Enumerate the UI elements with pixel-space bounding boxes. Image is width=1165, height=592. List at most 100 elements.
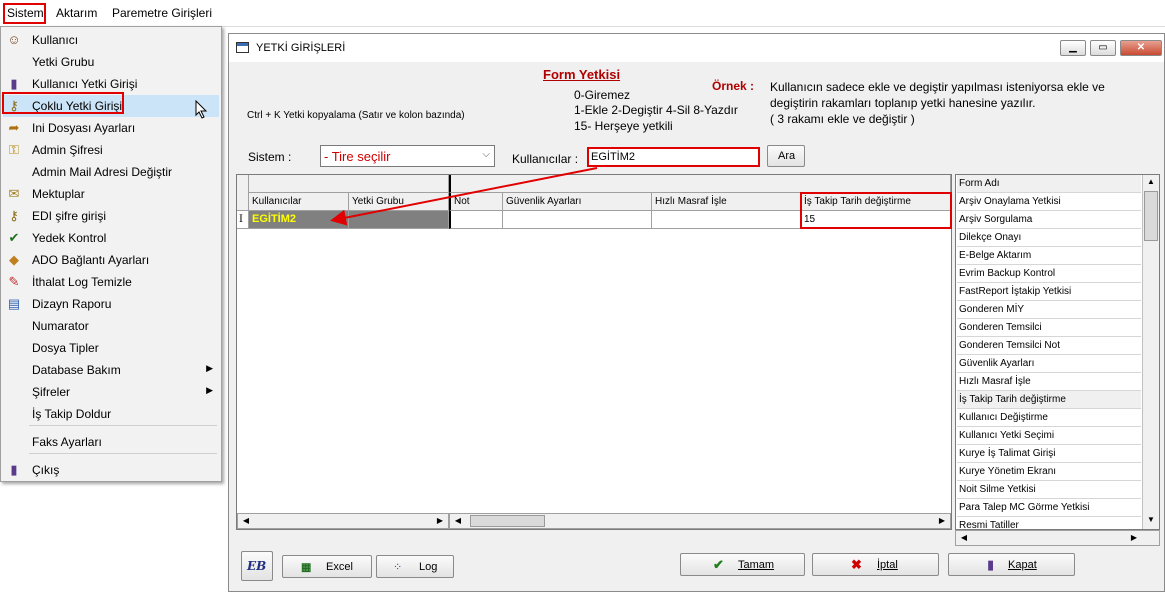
form-list-item[interactable]: Kullanıcı Yetki Seçimi: [957, 427, 1141, 445]
form-list-item[interactable]: Güvenlik Ayarları: [957, 355, 1141, 373]
menu-sistem[interactable]: Sistem: [7, 6, 44, 20]
form-list-header[interactable]: Form Adı: [957, 175, 1141, 193]
menu-aktarim[interactable]: Aktarım: [56, 6, 97, 20]
cancel-x-icon: ✖: [851, 556, 862, 572]
menu-item[interactable]: Database Bakım ▶: [3, 359, 219, 381]
menu-item-label: Dosya Tipler: [32, 341, 99, 355]
form-list-item[interactable]: İş Takip Tarih değiştirme: [957, 391, 1141, 409]
form-list-item[interactable]: Kurye Yönetim Ekranı: [957, 463, 1141, 481]
cell-guvenlik[interactable]: [503, 211, 652, 229]
menu-item[interactable]: ⚷ Çoklu Yetki Girişi: [3, 95, 219, 117]
menu-item[interactable]: ▮ Kullanıcı Yetki Girişi: [3, 73, 219, 95]
cell-is-takip[interactable]: 15: [801, 211, 951, 229]
user-icon: ☺: [7, 32, 21, 47]
menu-item-label: Çoklu Yetki Girişi: [32, 99, 123, 113]
excel-button[interactable]: ▦ Excel: [282, 555, 372, 578]
menu-item[interactable]: Admin Mail Adresi Değiştir: [3, 161, 219, 183]
scroll-up-icon[interactable]: ▲: [1143, 175, 1159, 189]
form-list-item[interactable]: FastReport İştakip Yetkisi: [957, 283, 1141, 301]
grid-right-hscrollbar[interactable]: ◀ ▶: [449, 513, 951, 529]
menu-item[interactable]: ✔ Yedek Kontrol: [3, 227, 219, 249]
minimize-button[interactable]: ▁: [1060, 40, 1086, 56]
scroll-left-icon[interactable]: ◀: [238, 514, 254, 528]
logo-button[interactable]: EB: [241, 551, 273, 581]
form-list-item[interactable]: Evrim Backup Kontrol: [957, 265, 1141, 283]
tamam-button[interactable]: ✔ Tamam: [680, 553, 805, 576]
menu-item[interactable]: Yetki Grubu: [3, 51, 219, 73]
form-list-item[interactable]: Para Talep MC Görme Yetkisi: [957, 499, 1141, 517]
form-list-item[interactable]: Resmi Tatiller: [957, 517, 1141, 529]
cell-hizli-masraf[interactable]: [652, 211, 801, 229]
cell-group[interactable]: [349, 211, 449, 229]
scroll-down-icon[interactable]: ▼: [1143, 513, 1159, 527]
kapat-button[interactable]: ▮ Kapat: [948, 553, 1075, 576]
cell-user[interactable]: EGİTİM2: [249, 211, 349, 229]
col-header-is-takip[interactable]: İş Takip Tarih değiştirme: [801, 193, 951, 211]
window-titlebar: YETKİ GİRİŞLERİ ▁ ▭ ✕: [229, 34, 1164, 62]
submenu-arrow-icon: ▶: [206, 385, 213, 395]
form-list-item[interactable]: Hızlı Masraf İşle: [957, 373, 1141, 391]
window-icon: [236, 42, 249, 53]
menu-item[interactable]: Numarator: [3, 315, 219, 337]
menu-item[interactable]: ▮ Çıkış: [3, 459, 219, 481]
scroll-thumb[interactable]: [470, 515, 545, 527]
form-list-item[interactable]: Arşiv Sorgulama: [957, 211, 1141, 229]
scroll-thumb[interactable]: [1144, 191, 1158, 241]
menu-item[interactable]: İş Takip Doldur: [3, 403, 219, 425]
form-list-item[interactable]: Kurye İş Talimat Girişi: [957, 445, 1141, 463]
scroll-left-icon[interactable]: ◀: [956, 531, 972, 545]
col-header-guvenlik[interactable]: Güvenlik Ayarları: [503, 193, 652, 211]
example-line-3: ( 3 rakamı ekle ve değiştir ): [770, 112, 915, 126]
menu-item-label: Admin Şifresi: [32, 143, 103, 157]
close-window-button[interactable]: ✕: [1120, 40, 1162, 56]
scroll-right-icon[interactable]: ▶: [432, 514, 448, 528]
col-header-hizli-masraf[interactable]: Hızlı Masraf İşle: [652, 193, 801, 211]
col-header-kullanicilar[interactable]: Kullanıcılar: [249, 193, 349, 211]
iptal-button[interactable]: ✖ İptal: [812, 553, 939, 576]
sistem-select[interactable]: - Tire seçilir ⌵: [320, 145, 495, 167]
form-list-item[interactable]: Kullanıcı Değiştirme: [957, 409, 1141, 427]
form-list-item[interactable]: Gonderen Temsilci Not: [957, 337, 1141, 355]
scroll-left-icon[interactable]: ◀: [450, 514, 466, 528]
menu-item[interactable]: Şifreler ▶: [3, 381, 219, 403]
form-list-item[interactable]: Arşiv Onaylama Yetkisi: [957, 193, 1141, 211]
kullanicilar-input[interactable]: EGİTİM2: [587, 147, 760, 167]
menu-item-label: Numarator: [32, 319, 89, 333]
permissions-grid: Kullanıcılar Yetki Grubu Not Güvenlik Ay…: [236, 174, 952, 530]
ara-button[interactable]: Ara: [767, 145, 805, 167]
form-list-hscrollbar[interactable]: ◀ ▶: [955, 530, 1160, 546]
menu-item[interactable]: ✉ Mektuplar: [3, 183, 219, 205]
maximize-button[interactable]: ▭: [1090, 40, 1116, 56]
menu-item[interactable]: ☺ Kullanıcı: [3, 29, 219, 51]
menu-bar: Sistem Aktarım Paremetre Girişleri: [0, 0, 1165, 27]
ara-button-label: Ara: [778, 150, 796, 162]
col-header-not[interactable]: Not: [449, 193, 503, 211]
form-list-item[interactable]: Noit Silme Yetkisi: [957, 481, 1141, 499]
menu-item[interactable]: Faks Ayarları: [3, 431, 219, 453]
form-list-vscrollbar[interactable]: ▲ ▼: [1142, 175, 1159, 529]
form-list-item[interactable]: Gonderen Temsilci: [957, 319, 1141, 337]
menu-item[interactable]: ⚿ Admin Şifresi: [3, 139, 219, 161]
menu-item[interactable]: ⚷ EDI şifre girişi: [3, 205, 219, 227]
menu-item[interactable]: ➦ Ini Dosyası Ayarları: [3, 117, 219, 139]
menu-item[interactable]: ▤ Dizayn Raporu: [3, 293, 219, 315]
yetki-girisleri-window: YETKİ GİRİŞLERİ ▁ ▭ ✕ Form Yetkisi Ctrl …: [228, 33, 1165, 592]
menu-item[interactable]: Dosya Tipler: [3, 337, 219, 359]
grid-left-hscrollbar[interactable]: ◀ ▶: [237, 513, 449, 529]
menu-parametre-girisleri[interactable]: Paremetre Girişleri: [112, 6, 212, 20]
bottle-icon: ▮: [10, 76, 18, 91]
log-button[interactable]: ⁘ Log: [376, 555, 454, 578]
form-list-item[interactable]: Dilekçe Onayı: [957, 229, 1141, 247]
form-list-item[interactable]: Gonderen MİY: [957, 301, 1141, 319]
menu-item[interactable]: ✎ İthalat Log Temizle: [3, 271, 219, 293]
scroll-right-icon[interactable]: ▶: [934, 514, 950, 528]
scroll-right-icon[interactable]: ▶: [1126, 531, 1142, 545]
submenu-arrow-icon: ▶: [206, 363, 213, 373]
menu-item[interactable]: ◆ ADO Bağlantı Ayarları: [3, 249, 219, 271]
grid-group-header-right: [449, 175, 951, 193]
sistem-select-value: - Tire seçilir: [324, 149, 391, 164]
form-list-item[interactable]: E-Belge Aktarım: [957, 247, 1141, 265]
cell-not[interactable]: [449, 211, 503, 229]
col-header-yetki-grubu[interactable]: Yetki Grubu: [349, 193, 449, 211]
log-icon: ⁘: [393, 561, 403, 573]
